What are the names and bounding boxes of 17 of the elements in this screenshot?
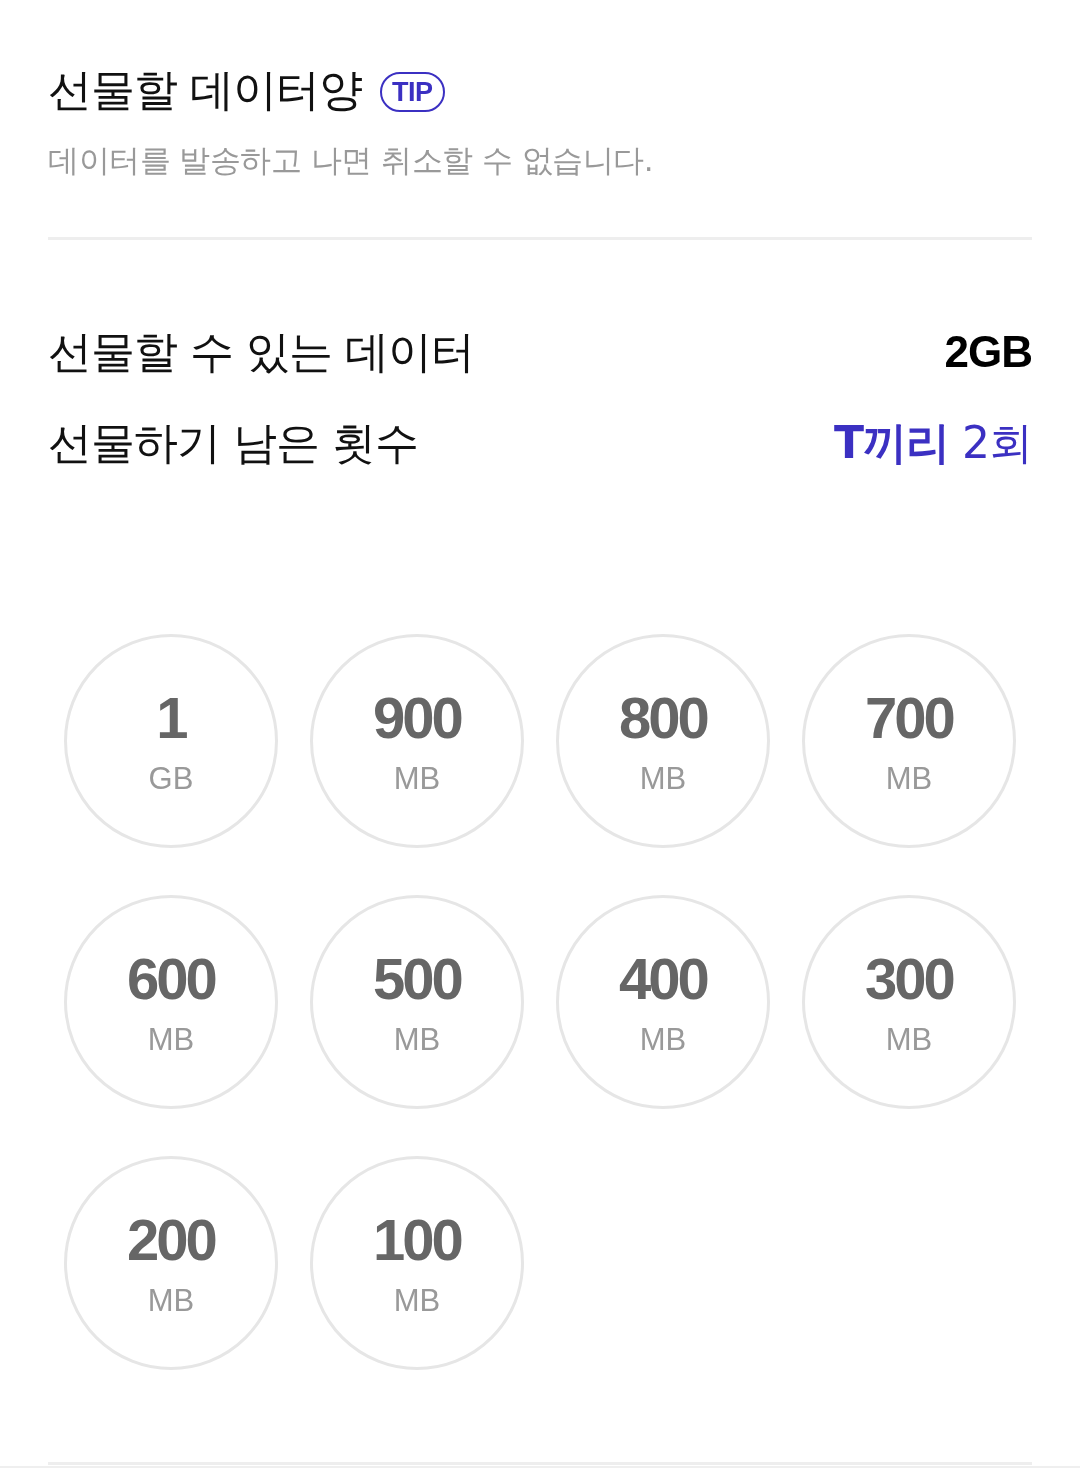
data-amount-option[interactable]: 200 MB: [64, 1156, 278, 1370]
data-amount-option[interactable]: 400 MB: [556, 895, 770, 1109]
notice-text: 데이터를 발송하고 나면 취소할 수 없습니다.: [48, 141, 655, 180]
data-amount-option[interactable]: 800 MB: [556, 634, 770, 848]
data-amount-option[interactable]: 300 MB: [802, 895, 1016, 1109]
data-amount-option[interactable]: 600 MB: [64, 895, 278, 1109]
data-amount-option[interactable]: 100 MB: [310, 1156, 524, 1370]
summary-value: 2GB: [944, 326, 1032, 378]
summary-label: 선물할 수 있는 데이터: [48, 325, 474, 379]
summary-value: T끼리 2회: [834, 416, 1032, 470]
data-amount-option[interactable]: 900 MB: [310, 634, 524, 848]
data-amount-option[interactable]: 500 MB: [310, 895, 524, 1109]
summary-label: 선물하기 남은 횟수: [48, 416, 418, 470]
data-amount-option[interactable]: 700 MB: [802, 634, 1016, 848]
section-title: 선물할 데이터양: [48, 63, 362, 117]
data-amount-option[interactable]: 1 GB: [64, 634, 278, 848]
tip-button[interactable]: TIP: [380, 72, 445, 112]
